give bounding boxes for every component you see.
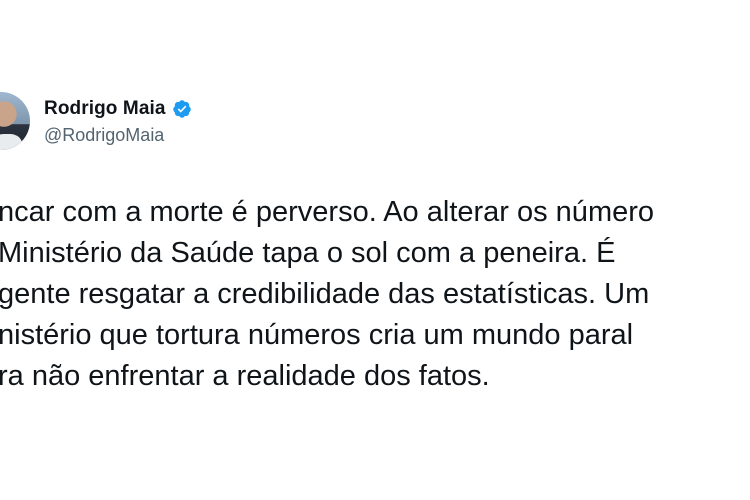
author-display-name[interactable]: Rodrigo Maia <box>44 98 166 120</box>
author-handle[interactable]: @RodrigoMaia <box>44 125 192 146</box>
tweet-card: Rodrigo Maia @RodrigoMaia ncar com a mor… <box>0 0 750 500</box>
tweet-text-line: nistério que tortura números cria um mun… <box>0 319 634 351</box>
tweet-text-line: Ministério da Saúde tapa o sol com a pen… <box>0 237 616 269</box>
avatar[interactable] <box>0 92 30 150</box>
tweet-text: ncar com a morte é perverso. Ao alterar … <box>0 192 750 397</box>
avatar-shirt <box>0 134 22 150</box>
author-block: Rodrigo Maia @RodrigoMaia <box>44 97 192 146</box>
author-name-row: Rodrigo Maia <box>44 97 192 121</box>
verified-badge-icon <box>172 99 192 119</box>
tweet-text-line: gente resgatar a credibilidade das estat… <box>0 278 650 310</box>
tweet-text-line: ncar com a morte é perverso. Ao alterar … <box>0 196 655 228</box>
tweet-text-line: ra não enfrentar a realidade dos fatos. <box>0 360 490 392</box>
